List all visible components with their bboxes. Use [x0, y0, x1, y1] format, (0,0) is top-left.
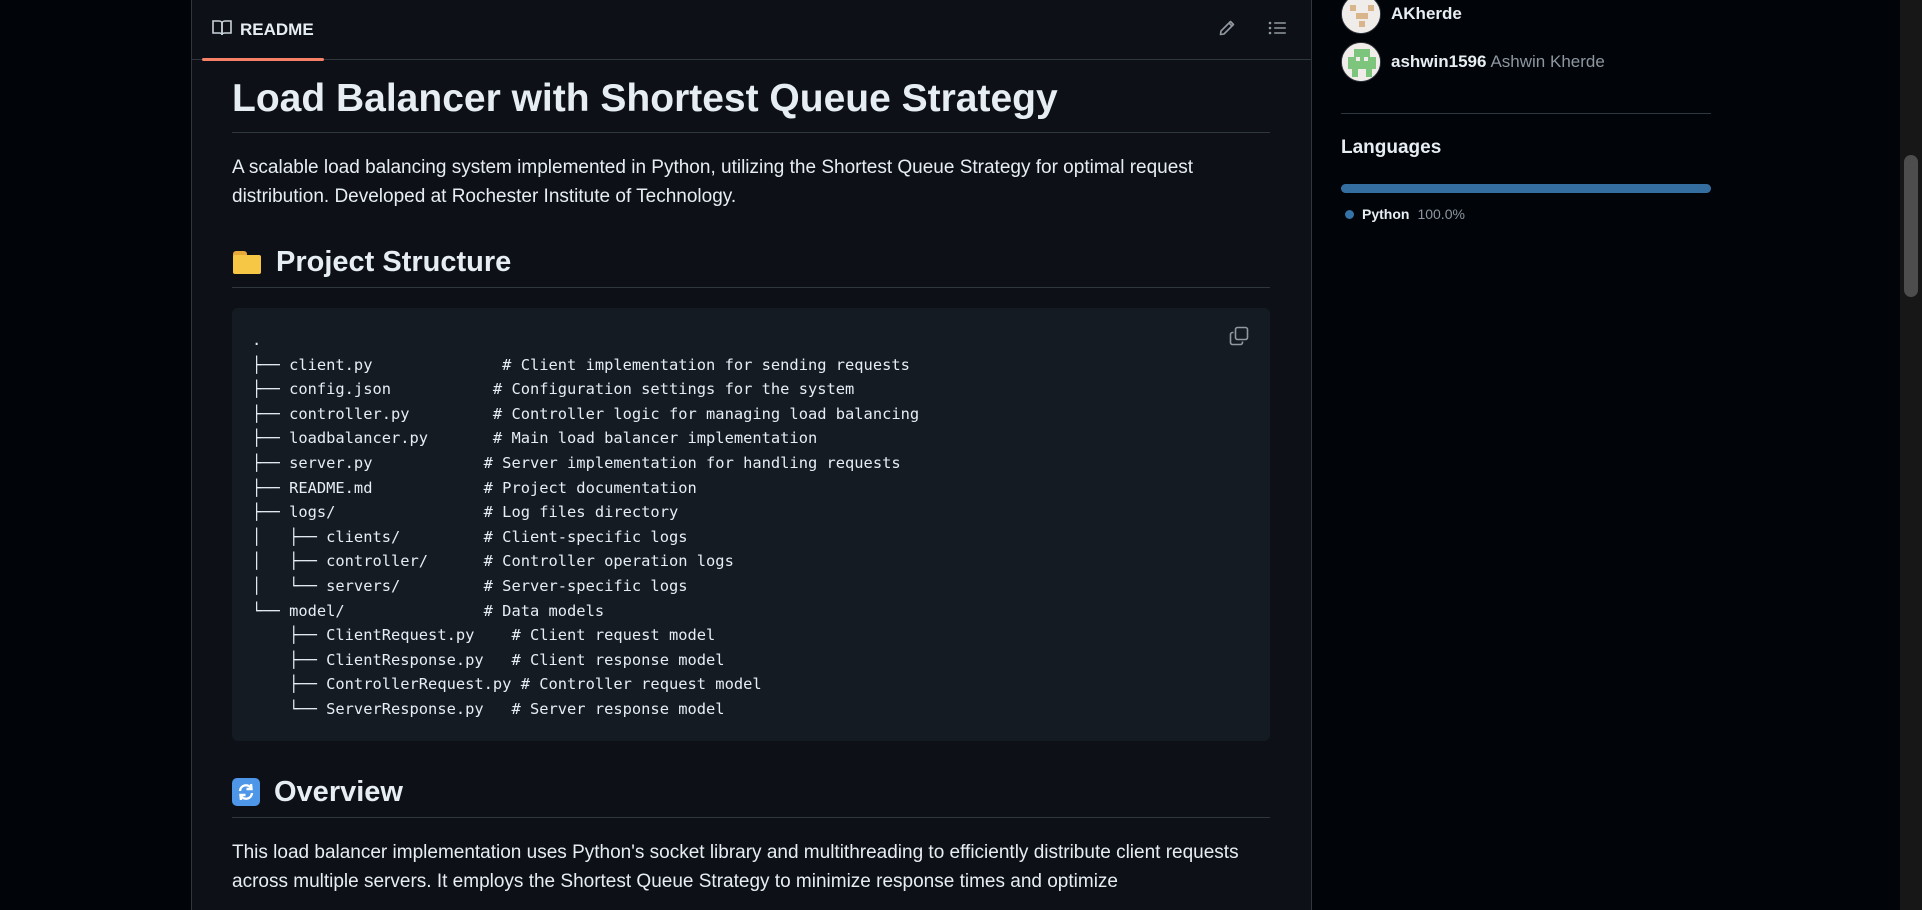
scrollbar-thumb[interactable]: [1904, 155, 1918, 297]
copy-icon: [1229, 326, 1249, 351]
project-tree-code[interactable]: . ├── client.py # Client implementation …: [252, 328, 1250, 722]
language-bar-python[interactable]: [1341, 184, 1711, 193]
project-structure-heading[interactable]: Project Structure: [232, 239, 1270, 288]
readme-tab[interactable]: README: [202, 0, 324, 61]
copy-button[interactable]: [1222, 322, 1256, 354]
repo-sidebar: AKherde ashwin1596 Ashwin Kherde Languag…: [1341, 0, 1711, 910]
overview-heading[interactable]: Overview: [232, 769, 1270, 818]
readme-header: README: [192, 0, 1311, 61]
languages-heading: Languages: [1341, 137, 1442, 158]
contributor-akherde[interactable]: AKherde: [1341, 0, 1462, 34]
page-scrollbar[interactable]: [1900, 0, 1922, 910]
language-percent: 100.0%: [1417, 206, 1465, 222]
page: README Load Balancer with Shortest Queue…: [0, 0, 1922, 910]
readme-tab-label: README: [240, 20, 314, 39]
language-name: Python: [1362, 206, 1410, 222]
avatar[interactable]: [1341, 0, 1381, 34]
readme-title: Load Balancer with Shortest Queue Strate…: [232, 68, 1270, 133]
code-block: . ├── client.py # Client implementation …: [232, 308, 1270, 741]
arrows-counterclockwise-icon: [232, 778, 260, 806]
language-color-dot: [1345, 209, 1354, 219]
intro-paragraph: A scalable load balancing system impleme…: [232, 157, 1194, 207]
language-item-python[interactable]: Python 100.0%: [1345, 206, 1465, 222]
avatar[interactable]: [1341, 42, 1381, 82]
overview-paragraph: This load balancer implementation uses P…: [232, 842, 1239, 892]
markdown-body: Load Balancer with Shortest Queue Strate…: [232, 68, 1270, 896]
outline-button[interactable]: [1261, 14, 1293, 46]
pencil-icon: [1218, 19, 1236, 42]
book-icon: [212, 19, 232, 42]
edit-button[interactable]: [1211, 14, 1243, 46]
language-bar: [1341, 184, 1711, 193]
contributor-login[interactable]: AKherde: [1391, 4, 1462, 24]
list-icon: [1268, 20, 1286, 41]
folder-icon: [232, 248, 262, 276]
readme-panel: README Load Balancer with Shortest Queue…: [191, 0, 1312, 910]
contributor-fullname: Ashwin Kherde: [1490, 52, 1605, 71]
contributor-login[interactable]: ashwin1596: [1391, 52, 1486, 72]
header-actions: [1211, 14, 1293, 46]
contributor-ashwin1596[interactable]: ashwin1596 Ashwin Kherde: [1341, 42, 1605, 82]
project-structure-heading-text: Project Structure: [276, 246, 512, 278]
overview-heading-text: Overview: [274, 776, 403, 808]
sidebar-divider: [1341, 113, 1711, 114]
